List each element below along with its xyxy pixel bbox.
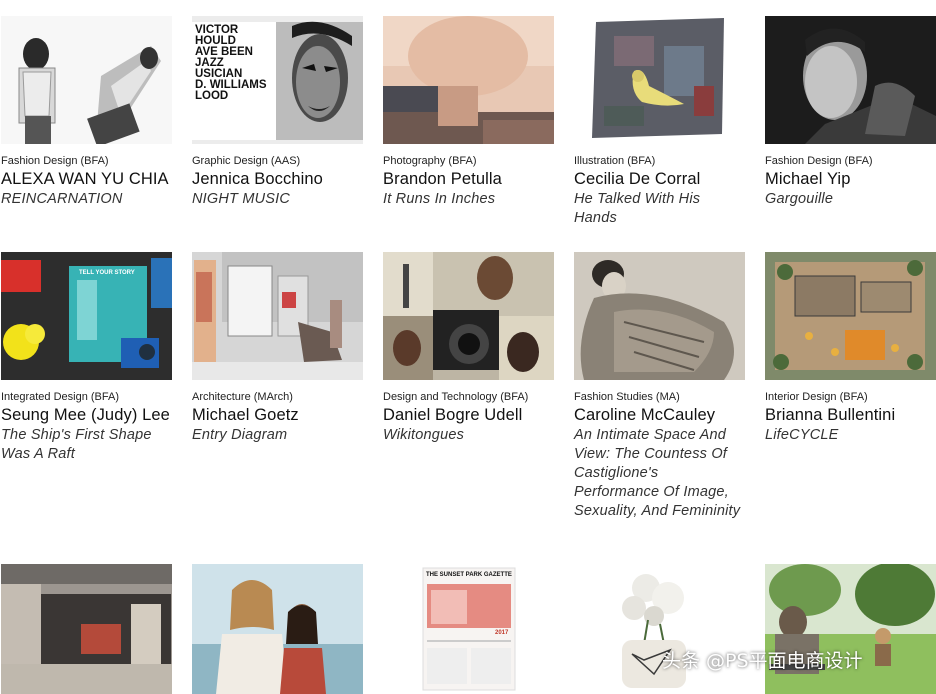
department-label: Illustration (BFA)	[574, 155, 656, 167]
photography-image	[383, 16, 554, 144]
project-title[interactable]: Wikitongues	[383, 426, 556, 445]
image-text: TELL YOUR STORY	[79, 270, 135, 276]
project-card-row3-1[interactable]	[1, 564, 174, 694]
department-label: Photography (BFA)	[383, 155, 477, 167]
project-thumbnail[interactable]: VICTOR HOULD AVE BEEN JAZZ USICIAN D. WI…	[192, 16, 363, 144]
department-label: Architecture (MArch)	[192, 391, 293, 403]
project-thumbnail[interactable]	[383, 252, 554, 380]
project-thumbnail[interactable]	[574, 252, 745, 380]
project-card-daniel[interactable]: Design and Technology (BFA) Daniel Bogre…	[383, 252, 556, 445]
project-card-alexa[interactable]: Fashion Design (BFA) ALEXA WAN YU CHIA R…	[1, 16, 174, 209]
beach-portrait-image	[192, 564, 363, 694]
project-title[interactable]: REINCARNATION	[1, 190, 174, 209]
department-label: Integrated Design (BFA)	[1, 391, 120, 403]
project-card-seung-mee[interactable]: TELL YOUR STORY Integrated Design (BFA) …	[1, 252, 174, 464]
student-name[interactable]: Michael Goetz	[192, 406, 365, 424]
project-card-row3-4[interactable]	[574, 564, 747, 694]
image-text: THE SUNSET PARK GAZETTE	[426, 572, 512, 578]
project-thumbnail[interactable]	[765, 16, 936, 144]
student-name[interactable]: Michael Yip	[765, 170, 936, 188]
project-card-brandon[interactable]: Photography (BFA) Brandon Petulla It Run…	[383, 16, 556, 209]
project-thumbnail[interactable]	[383, 16, 554, 144]
architecture-image	[192, 252, 363, 380]
project-title[interactable]: NIGHT MUSIC	[192, 190, 365, 209]
project-card-row3-2[interactable]	[192, 564, 365, 694]
department-label: Fashion Design (BFA)	[765, 155, 873, 167]
department-label: Graphic Design (AAS)	[192, 155, 301, 167]
project-thumbnail[interactable]: TELL YOUR STORY	[1, 252, 172, 380]
project-card-row3-5[interactable]	[765, 564, 936, 694]
portrait-image	[765, 16, 936, 144]
project-thumbnail[interactable]: THE SUNSET PARK GAZETTE 2017	[383, 564, 554, 694]
project-thumbnail[interactable]	[192, 252, 363, 380]
project-card-jennica[interactable]: VICTOR HOULD AVE BEEN JAZZ USICIAN D. WI…	[192, 16, 365, 209]
project-card-row3-3[interactable]: THE SUNSET PARK GAZETTE 2017	[383, 564, 556, 694]
illustration-image	[574, 16, 745, 144]
project-title[interactable]: Entry Diagram	[192, 426, 365, 445]
project-card-cecilia[interactable]: Illustration (BFA) Cecilia De Corral He …	[574, 16, 747, 228]
project-card-caroline[interactable]: Fashion Studies (MA) Caroline McCauley A…	[574, 252, 747, 521]
project-thumbnail[interactable]	[1, 564, 172, 694]
department-label: Fashion Design (BFA)	[1, 155, 109, 167]
department-label: Design and Technology (BFA)	[383, 391, 529, 403]
student-name[interactable]: Caroline McCauley	[574, 406, 747, 424]
project-title[interactable]: It Runs In Inches	[383, 190, 556, 209]
student-name[interactable]: Brandon Petulla	[383, 170, 556, 188]
student-name[interactable]: Jennica Bocchino	[192, 170, 365, 188]
watermark-text: 头条 @PS平面电商设计	[662, 650, 863, 672]
interior-plan-image	[765, 252, 936, 380]
student-name[interactable]: Cecilia De Corral	[574, 170, 747, 188]
technology-image	[383, 252, 554, 380]
image-text-line: LOOD	[195, 90, 229, 102]
project-thumbnail[interactable]	[1, 16, 172, 144]
historic-photo-image	[574, 252, 745, 380]
floral-object-image	[574, 564, 745, 694]
newspaper-image	[383, 564, 554, 694]
fashion-photo-image	[1, 16, 172, 144]
project-card-michael-goetz[interactable]: Architecture (MArch) Michael Goetz Entry…	[192, 252, 365, 445]
project-thumbnail[interactable]	[574, 16, 745, 144]
project-title[interactable]: LifeCYCLE	[765, 426, 936, 445]
project-title[interactable]: The Ship's First Shape Was A Raft	[1, 426, 174, 464]
student-name[interactable]: Daniel Bogre Udell	[383, 406, 556, 424]
student-name[interactable]: Seung Mee (Judy) Lee	[1, 406, 174, 424]
project-title[interactable]: He Talked With His Hands	[574, 190, 747, 228]
department-label: Fashion Studies (MA)	[574, 391, 680, 403]
image-text: 2017	[495, 630, 509, 636]
architecture-photo-image	[1, 564, 172, 694]
student-name[interactable]: ALEXA WAN YU CHIA	[1, 170, 174, 188]
project-thumbnail[interactable]	[765, 564, 936, 694]
student-name[interactable]: Brianna Bullentini	[765, 406, 936, 424]
project-card-brianna[interactable]: Interior Design (BFA) Brianna Bullentini…	[765, 252, 936, 445]
department-label: Interior Design (BFA)	[765, 391, 868, 403]
park-scene-image	[765, 564, 936, 694]
project-card-michael-yip[interactable]: Fashion Design (BFA) Michael Yip Gargoui…	[765, 16, 936, 209]
project-thumbnail[interactable]	[574, 564, 745, 694]
project-title[interactable]: Gargouille	[765, 190, 936, 209]
project-thumbnail[interactable]	[192, 564, 363, 694]
project-thumbnail[interactable]	[765, 252, 936, 380]
project-title[interactable]: An Intimate Space And View: The Countess…	[574, 426, 747, 521]
